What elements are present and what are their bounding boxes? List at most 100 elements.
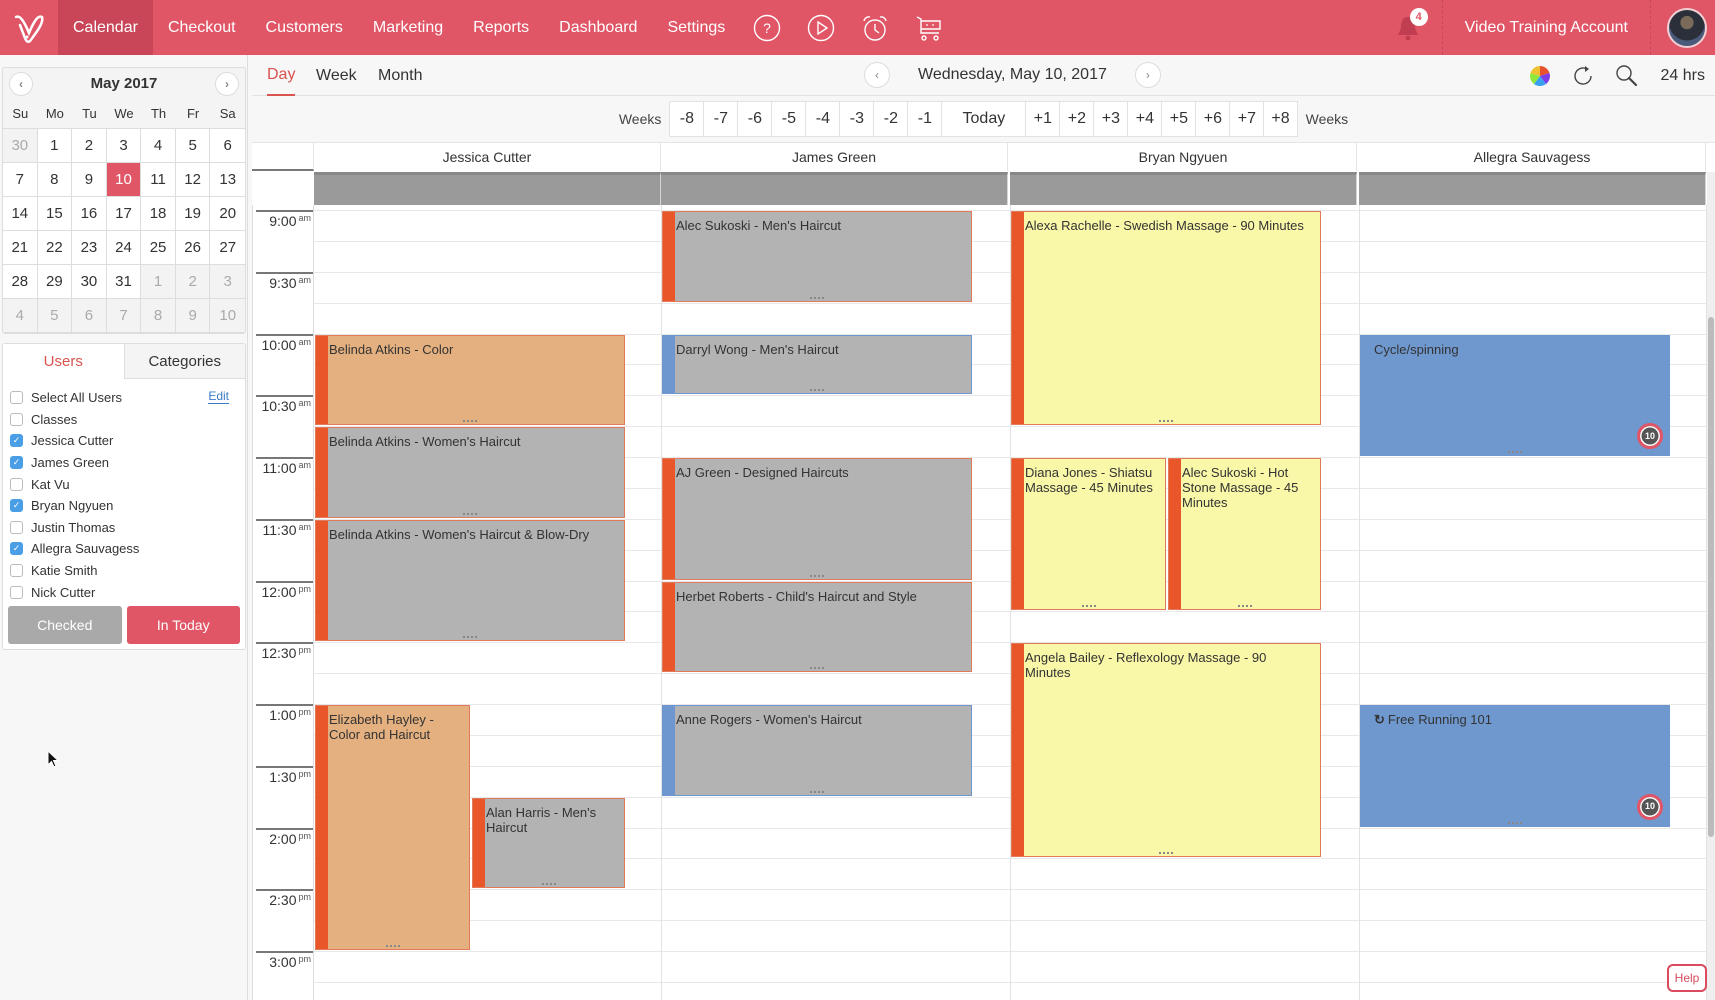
user-filter-item[interactable]: Select All Users Edit [3, 387, 245, 409]
mini-cal-day[interactable]: 19 [175, 197, 211, 231]
checkbox[interactable]: ✓ [10, 456, 23, 470]
mini-cal-day[interactable]: 30 [72, 265, 107, 299]
appointment-event[interactable]: Alec Sukoski - Hot Stone Massage - 45 Mi… [1168, 458, 1321, 611]
next-day-button[interactable]: › [1134, 62, 1161, 88]
checked-button[interactable]: Checked [8, 606, 122, 644]
user-filter-item[interactable]: Katie Smith [3, 560, 245, 582]
mini-cal-day[interactable]: 13 [210, 163, 245, 197]
week-offset-button[interactable]: -3 [839, 101, 874, 137]
mini-cal-day[interactable]: 29 [37, 265, 73, 299]
resize-handle[interactable] [1159, 420, 1173, 423]
nav-item-reports[interactable]: Reports [458, 0, 544, 55]
checkbox[interactable]: ✓ [10, 499, 23, 513]
mini-cal-day[interactable]: 24 [106, 231, 142, 265]
mini-cal-day[interactable]: 11 [141, 163, 176, 197]
nav-item-dashboard[interactable]: Dashboard [544, 0, 652, 55]
mini-cal-day-selected[interactable]: 10 [106, 163, 142, 197]
checkbox[interactable]: ✓ [10, 434, 23, 448]
appointment-event[interactable]: Angela Bailey - Reflexology Massage - 90… [1011, 643, 1321, 858]
mini-cal-day[interactable]: 10 [210, 299, 245, 333]
checkbox[interactable] [10, 477, 23, 491]
notifications-button[interactable]: 4 [1388, 0, 1428, 55]
mini-cal-day[interactable]: 23 [72, 231, 107, 265]
appointment-event[interactable]: Belinda Atkins - Color [315, 334, 625, 426]
mini-cal-day[interactable]: 7 [3, 163, 38, 197]
appointment-event[interactable]: Alexa Rachelle - Swedish Massage - 90 Mi… [1011, 211, 1321, 426]
help-button[interactable]: Help [1667, 964, 1707, 992]
week-offset-button[interactable]: -1 [907, 101, 942, 137]
refresh-button[interactable] [1571, 64, 1595, 88]
mini-cal-day[interactable]: 8 [141, 299, 176, 333]
week-offset-button[interactable]: +4 [1127, 101, 1162, 137]
all-day-band[interactable] [1359, 172, 1706, 205]
mini-cal-day[interactable]: 7 [106, 299, 142, 333]
week-offset-button[interactable]: +3 [1093, 101, 1128, 137]
vertical-scrollbar[interactable] [1707, 172, 1715, 1000]
scrollbar-thumb[interactable] [1708, 317, 1714, 837]
mini-cal-day[interactable]: 22 [37, 231, 73, 265]
resize-handle[interactable] [810, 389, 824, 392]
cart-icon[interactable] [914, 13, 944, 43]
week-offset-button[interactable]: +7 [1229, 101, 1264, 137]
resize-handle[interactable] [1508, 451, 1522, 454]
appointment-event[interactable]: Belinda Atkins - Women's Haircut & Blow-… [315, 519, 625, 642]
app-logo[interactable] [0, 0, 58, 55]
mini-cal-day[interactable]: 9 [72, 163, 107, 197]
checkbox[interactable] [10, 391, 23, 405]
resize-handle[interactable] [541, 883, 556, 886]
user-filter-item[interactable]: Nick Cutter [3, 581, 245, 603]
checkbox[interactable] [10, 412, 23, 426]
appointment-event[interactable]: Diana Jones - Shiatsu Massage - 45 Minut… [1011, 458, 1166, 611]
tab-day[interactable]: Day [267, 55, 296, 96]
mini-cal-day[interactable]: 20 [210, 197, 245, 231]
day-grid[interactable]: 9:00 am 9:30 am 10:00 am 10:30 am 11:00 am 11:30 am… [252, 205, 1707, 1000]
user-filter-item[interactable]: Justin Thomas [3, 517, 245, 539]
resize-handle[interactable] [1508, 821, 1522, 825]
resize-handle[interactable] [810, 667, 824, 670]
resize-handle[interactable] [463, 512, 477, 516]
week-offset-button[interactable]: -5 [771, 101, 806, 137]
week-offset-button[interactable]: +6 [1195, 101, 1230, 137]
resize-handle[interactable] [1159, 852, 1173, 855]
week-offset-button[interactable]: -6 [737, 101, 772, 137]
resize-handle[interactable] [810, 790, 824, 794]
tab-categories[interactable]: Categories [123, 344, 245, 379]
mini-cal-next-button[interactable]: › [215, 72, 239, 96]
all-day-band[interactable] [314, 172, 661, 205]
nav-item-calendar[interactable]: Calendar [58, 0, 153, 55]
appointment-event[interactable]: Herbet Roberts - Child's Haircut and Sty… [662, 581, 972, 673]
prev-day-button[interactable]: ‹ [864, 62, 890, 88]
resize-handle[interactable] [810, 296, 824, 300]
appointment-event[interactable]: Belinda Atkins - Women's Haircut [315, 427, 625, 518]
mini-cal-day[interactable]: 1 [141, 265, 176, 299]
mini-cal-day[interactable]: 6 [210, 129, 245, 163]
mini-cal-day[interactable]: 3 [106, 129, 142, 163]
resize-handle[interactable] [1081, 605, 1096, 608]
tab-users[interactable]: Users [3, 344, 124, 379]
avatar[interactable] [1667, 7, 1707, 48]
week-offset-button[interactable]: +5 [1161, 101, 1196, 137]
week-offset-button[interactable]: -2 [873, 101, 908, 137]
mini-cal-day[interactable]: 26 [175, 231, 211, 265]
mini-cal-day[interactable]: 5 [175, 129, 211, 163]
week-offset-button[interactable]: -7 [703, 101, 738, 137]
user-filter-item[interactable]: Classes [3, 409, 245, 431]
resize-handle[interactable] [463, 420, 477, 423]
class-event[interactable]: Cycle/spinning 10 [1360, 334, 1670, 456]
mini-cal-day[interactable]: 3 [210, 265, 245, 299]
week-offset-button[interactable]: +2 [1059, 101, 1094, 137]
mini-cal-day[interactable]: 17 [106, 197, 142, 231]
checkbox[interactable] [10, 520, 23, 534]
mini-cal-day[interactable]: 12 [175, 163, 211, 197]
mini-cal-day[interactable]: 4 [3, 299, 38, 333]
play-icon[interactable] [806, 13, 836, 43]
mini-cal-day[interactable]: 6 [72, 299, 107, 333]
appointment-event[interactable]: Anne Rogers - Women's Haircut [662, 705, 972, 796]
mini-cal-day[interactable]: 14 [3, 197, 38, 231]
tab-month[interactable]: Month [378, 55, 422, 96]
resize-handle[interactable] [1237, 605, 1252, 608]
mini-cal-day[interactable]: 30 [3, 129, 38, 163]
mini-cal-day[interactable]: 2 [72, 129, 107, 163]
mini-cal-day[interactable]: 1 [37, 129, 73, 163]
mini-cal-day[interactable]: 28 [3, 265, 38, 299]
